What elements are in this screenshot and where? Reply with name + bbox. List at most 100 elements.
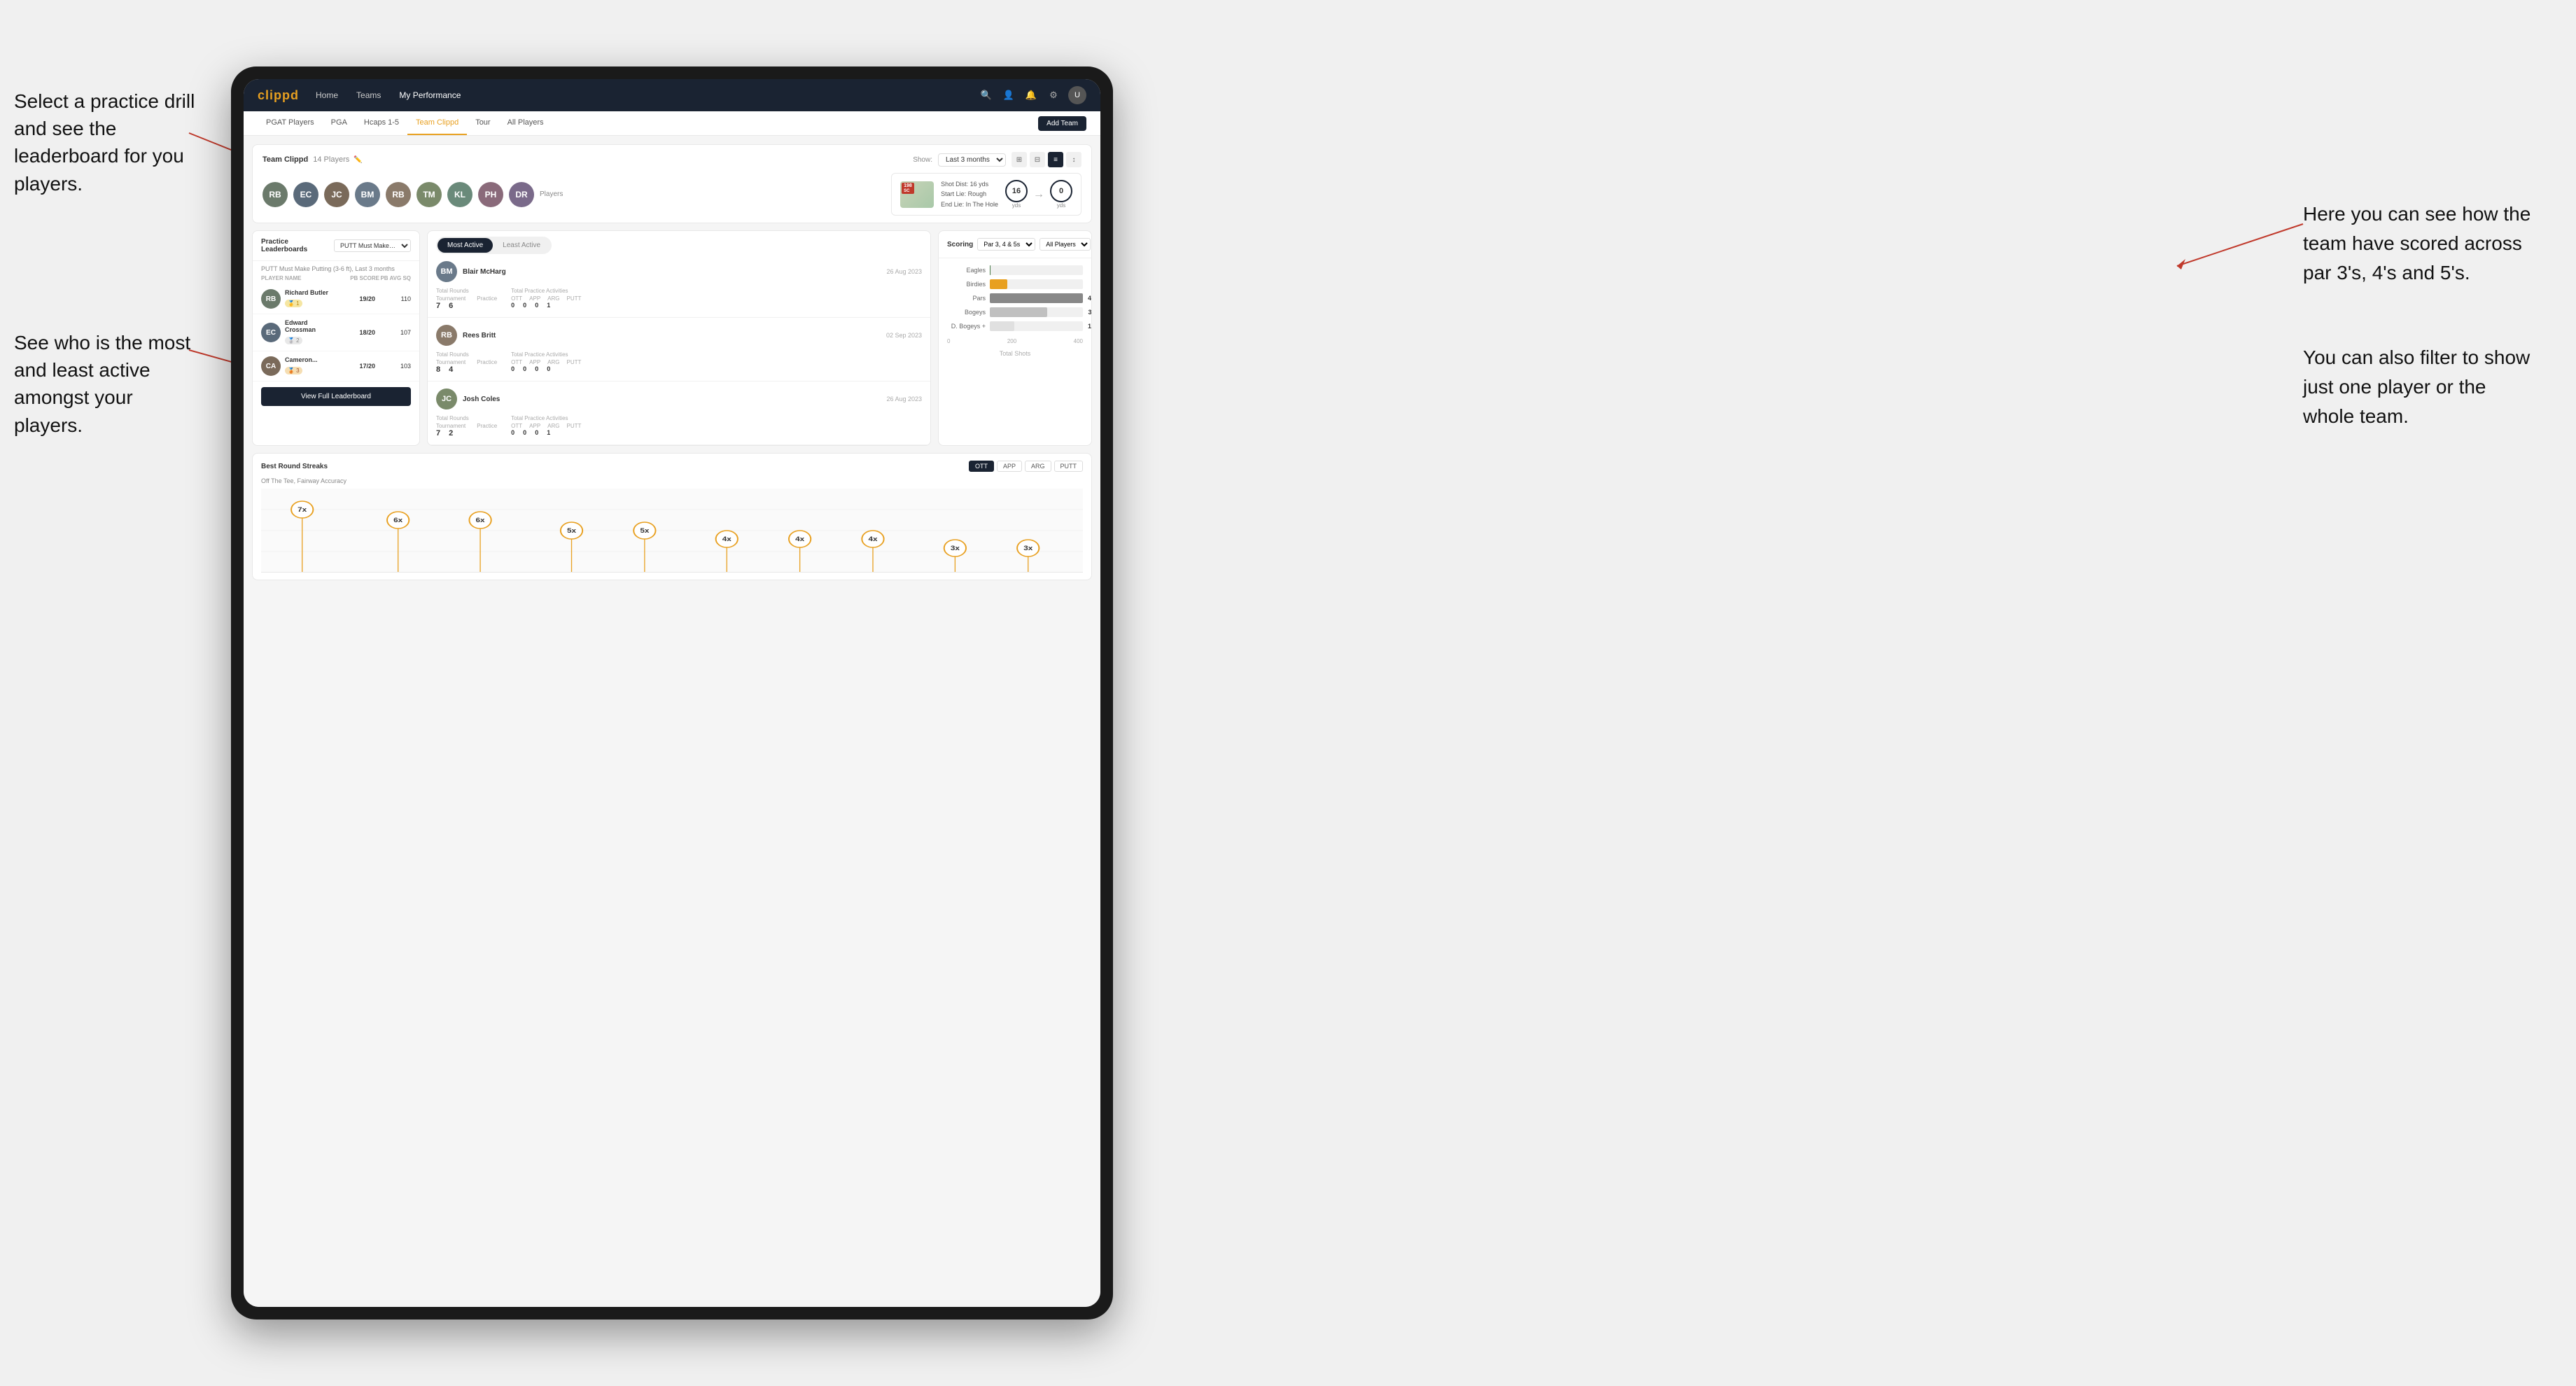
streaks-chart: 7x 6x 6x 5x bbox=[261, 489, 1083, 573]
hole-stats: 16 yds → 0 yds bbox=[1005, 180, 1072, 209]
activity-item-2: RB Rees Britt 02 Sep 2023 Total Rounds T… bbox=[428, 318, 930, 382]
settings-icon[interactable]: ⚙ bbox=[1046, 88, 1061, 103]
player-avatar-8[interactable]: PH bbox=[478, 182, 503, 207]
show-select[interactable]: Last 3 months bbox=[938, 153, 1006, 167]
drill-select[interactable]: PUTT Must Make Putt... bbox=[334, 239, 411, 252]
pa-stats-3: Total Rounds TournamentPractice 7 2 bbox=[436, 415, 922, 438]
lb-info-2: Edward Crossman 🥈 2 bbox=[285, 319, 340, 346]
activity-item-1: BM Blair McHarg 26 Aug 2023 Total Rounds… bbox=[428, 254, 930, 318]
view-grid-small[interactable]: ⊞ bbox=[1011, 152, 1027, 167]
player-avatar-7[interactable]: KL bbox=[447, 182, 472, 207]
bar-chart: Eagles 3 Birdies 96 bbox=[939, 258, 1091, 367]
player-avatar-3[interactable]: JC bbox=[324, 182, 349, 207]
nav-icons: 🔍 👤 🔔 ⚙ U bbox=[979, 86, 1086, 104]
search-icon[interactable]: 🔍 bbox=[979, 88, 994, 103]
annotation-arrow-3 bbox=[2170, 217, 2310, 273]
bar-birdies: Birdies 96 bbox=[947, 279, 1083, 289]
svg-text:3x: 3x bbox=[1023, 545, 1032, 552]
team-title-row: Team Clippd 14 Players ✏️ Show: Last 3 m… bbox=[262, 152, 1082, 167]
tab-most-active[interactable]: Most Active bbox=[438, 238, 493, 253]
annotation-top-right: Here you can see how the team have score… bbox=[2303, 200, 2541, 288]
svg-text:5x: 5x bbox=[567, 528, 576, 534]
pa-avatar-1: BM bbox=[436, 261, 457, 282]
bar-pars: Pars 499 bbox=[947, 293, 1083, 303]
player-avatar-2[interactable]: EC bbox=[293, 182, 318, 207]
nav-links: Home Teams My Performance bbox=[313, 89, 965, 102]
view-icons: ⊞ ⊟ ≡ ↕ bbox=[1011, 152, 1082, 167]
tab-least-active[interactable]: Least Active bbox=[493, 238, 550, 253]
pa-total-rounds-3: Total Rounds TournamentPractice 7 2 bbox=[436, 415, 497, 438]
hole-number: 198 SC bbox=[902, 183, 914, 194]
scoring-filter-par[interactable]: Par 3, 4 & 5s bbox=[977, 238, 1035, 251]
view-list[interactable]: ≡ bbox=[1048, 152, 1063, 167]
view-sort[interactable]: ↕ bbox=[1066, 152, 1082, 167]
add-team-button[interactable]: Add Team bbox=[1038, 116, 1086, 131]
hole-info: Shot Dist: 16 yds Start Lie: Rough End L… bbox=[941, 179, 998, 209]
drill-subtitle: PUTT Must Make Putting (3-6 ft), Last 3 … bbox=[253, 261, 419, 275]
edit-icon[interactable]: ✏️ bbox=[354, 156, 362, 164]
player-avatar-6[interactable]: TM bbox=[416, 182, 442, 207]
leaderboard-card: Practice Leaderboards PUTT Must Make Put… bbox=[252, 230, 420, 446]
bar-eagles: Eagles 3 bbox=[947, 265, 1083, 275]
bar-fill-pars bbox=[990, 293, 1083, 303]
player-avatar-9[interactable]: DR bbox=[509, 182, 534, 207]
bar-fill-birdies bbox=[990, 279, 1007, 289]
subnav-hcaps[interactable]: Hcaps 1-5 bbox=[356, 111, 407, 135]
leaderboard-row-3[interactable]: CA Cameron... 🥉 3 17/20 103 bbox=[253, 351, 419, 382]
bell-icon[interactable]: 🔔 bbox=[1023, 88, 1039, 103]
streaks-svg: 7x 6x 6x 5x bbox=[261, 489, 1083, 573]
lb-avatar-3: CA bbox=[261, 356, 281, 376]
leaderboard-header: Practice Leaderboards PUTT Must Make Put… bbox=[253, 231, 419, 261]
bar-dbogeys: D. Bogeys + 131 bbox=[947, 321, 1083, 331]
scoring-filter-players[interactable]: All Players bbox=[1040, 238, 1091, 251]
leaderboard-row-2[interactable]: EC Edward Crossman 🥈 2 18/20 107 bbox=[253, 314, 419, 351]
streaks-title: Best Round Streaks bbox=[261, 463, 328, 470]
pa-stats-1: Total Rounds TournamentPractice 7 6 bbox=[436, 288, 922, 310]
subnav-pgat[interactable]: PGAT Players bbox=[258, 111, 323, 135]
player-avatar-4[interactable]: BM bbox=[355, 182, 380, 207]
player-count: 14 Players bbox=[313, 155, 349, 164]
subnav-pga[interactable]: PGA bbox=[323, 111, 356, 135]
filter-ott[interactable]: OTT bbox=[969, 461, 994, 472]
annotation-top-left: Select a practice drill and see the lead… bbox=[14, 88, 203, 197]
filter-arg[interactable]: ARG bbox=[1025, 461, 1051, 472]
streaks-header: Best Round Streaks OTT APP ARG PUTT bbox=[261, 461, 1083, 472]
pa-practice-activities-2: Total Practice Activities OTTAPPARGPUTT … bbox=[511, 351, 581, 374]
lb-info-3: Cameron... 🥉 3 bbox=[285, 356, 340, 376]
main-content: Team Clippd 14 Players ✏️ Show: Last 3 m… bbox=[244, 136, 1100, 1307]
players-row: RB EC JC BM RB TM KL PH DR Players bbox=[262, 182, 563, 207]
svg-text:3x: 3x bbox=[951, 545, 960, 552]
stat-circle-1: 16 bbox=[1005, 180, 1028, 202]
bar-fill-bogeys bbox=[990, 307, 1047, 317]
streaks-filters: OTT APP ARG PUTT bbox=[969, 461, 1083, 472]
view-leaderboard-button[interactable]: View Full Leaderboard bbox=[261, 387, 411, 406]
annotation-bottom-right: You can also filter to show just one pla… bbox=[2303, 343, 2541, 431]
filter-app[interactable]: APP bbox=[997, 461, 1022, 472]
show-label: Show: bbox=[913, 156, 932, 164]
subnav-all-players[interactable]: All Players bbox=[499, 111, 552, 135]
lb-badge-gold: 🥇 1 bbox=[285, 300, 302, 307]
subnav-team-clippd[interactable]: Team Clippd bbox=[407, 111, 467, 135]
player-avatar-5[interactable]: RB bbox=[386, 182, 411, 207]
filter-putt[interactable]: PUTT bbox=[1054, 461, 1084, 472]
user-avatar[interactable]: U bbox=[1068, 86, 1086, 104]
pa-avatar-3: JC bbox=[436, 388, 457, 410]
stat-label-1: yds bbox=[1005, 202, 1028, 209]
view-grid-large[interactable]: ⊟ bbox=[1030, 152, 1045, 167]
team-header-card: Team Clippd 14 Players ✏️ Show: Last 3 m… bbox=[252, 144, 1092, 223]
lb-badge-silver: 🥈 2 bbox=[285, 337, 302, 344]
nav-home[interactable]: Home bbox=[313, 89, 341, 102]
pa-header-2: RB Rees Britt 02 Sep 2023 bbox=[436, 325, 922, 346]
arrow-icon: → bbox=[1033, 188, 1044, 201]
nav-my-performance[interactable]: My Performance bbox=[396, 89, 463, 102]
player-avatar-1[interactable]: RB bbox=[262, 182, 288, 207]
activity-tabs-row: Most Active Least Active bbox=[428, 231, 930, 254]
activity-tabs: Most Active Least Active bbox=[436, 237, 552, 254]
person-icon[interactable]: 👤 bbox=[1001, 88, 1016, 103]
subnav: PGAT Players PGA Hcaps 1-5 Team Clippd T… bbox=[244, 111, 1100, 136]
svg-text:4x: 4x bbox=[722, 536, 732, 542]
subnav-tour[interactable]: Tour bbox=[467, 111, 498, 135]
chart-axis: 0 200 400 bbox=[947, 335, 1083, 347]
leaderboard-row-1[interactable]: RB Richard Butler 🥇 1 19/20 110 bbox=[253, 284, 419, 314]
nav-teams[interactable]: Teams bbox=[354, 89, 384, 102]
